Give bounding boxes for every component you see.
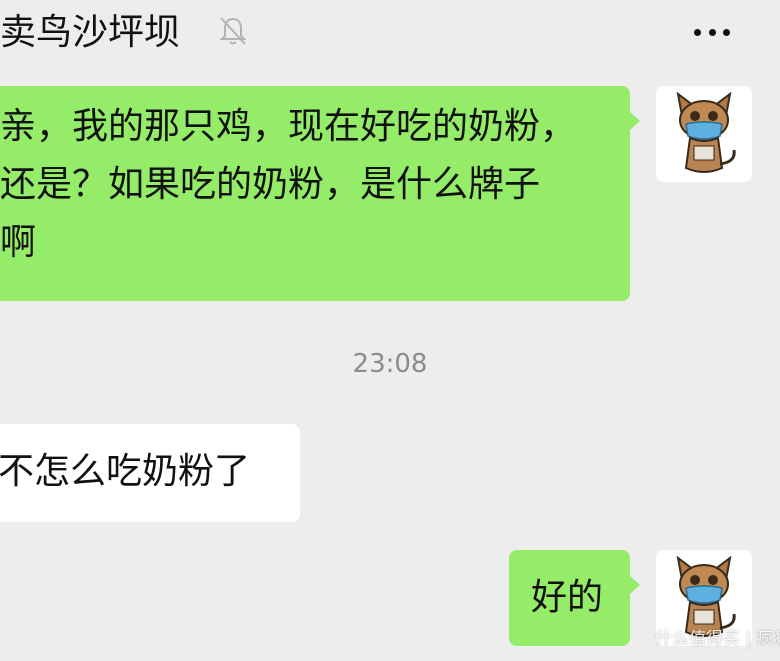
avatar[interactable] xyxy=(656,86,752,182)
message-text-line: 啊 xyxy=(0,222,37,263)
received-message-bubble[interactable]: 不怎么吃奶粉了 xyxy=(0,424,300,522)
sent-message-bubble[interactable]: 亲，我的那只鸡，现在好吃的奶粉， 还是？如果吃的奶粉，是什么牌子 啊 xyxy=(0,86,640,301)
message-timestamp: 23:08 xyxy=(352,349,428,379)
more-dots-icon xyxy=(694,28,701,36)
bell-off-icon xyxy=(216,14,250,48)
message-text-line: 还是？如果吃的奶粉，是什么牌子 xyxy=(0,164,541,205)
chat-title[interactable]: 卖鸟沙坪坝 xyxy=(0,8,180,58)
message-text: 不怎么吃奶粉了 xyxy=(0,451,251,492)
message-text: 好的 xyxy=(531,577,604,618)
watermark: 什么值得买 | 疯狂 xyxy=(655,629,780,649)
sent-message-bubble[interactable]: 好的 xyxy=(509,550,640,646)
more-options-button[interactable] xyxy=(686,10,738,54)
cat-with-mask-avatar xyxy=(656,86,752,182)
message-text-line: 亲，我的那只鸡，现在好吃的奶粉， xyxy=(0,106,577,147)
chat-header: 卖鸟沙坪坝 xyxy=(0,0,780,66)
